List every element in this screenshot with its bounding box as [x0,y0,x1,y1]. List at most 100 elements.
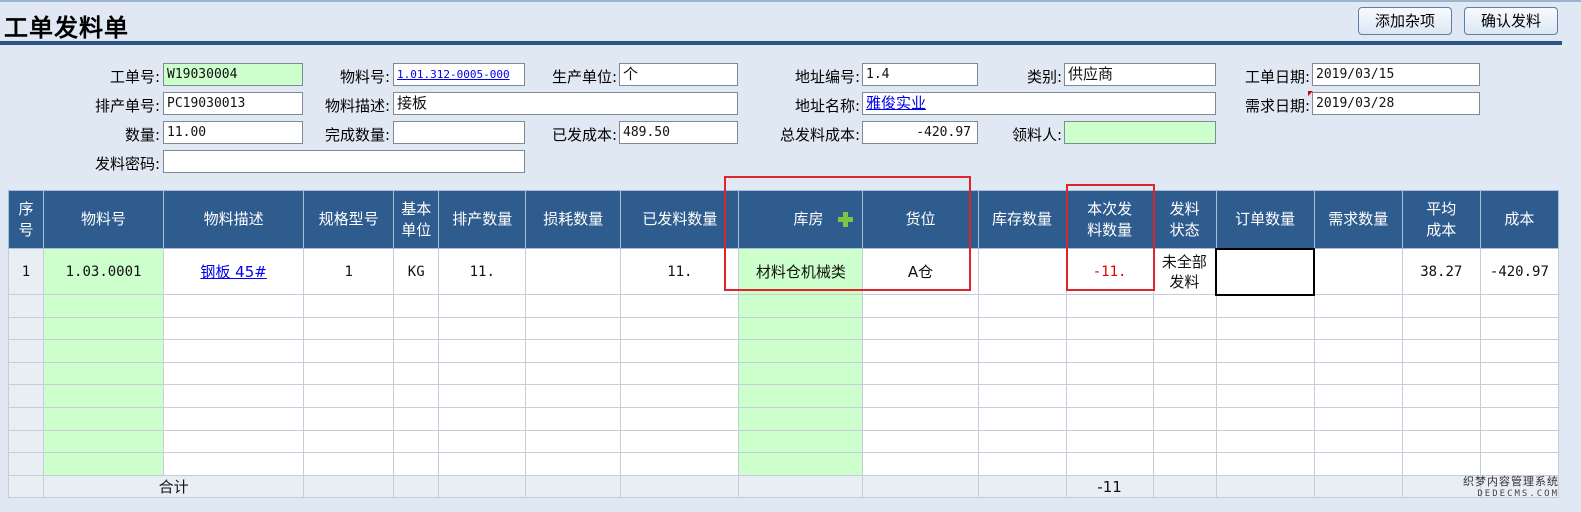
table-cell[interactable] [525,406,622,431]
table-cell[interactable] [620,294,740,318]
table-cell[interactable] [862,361,979,386]
table-cell[interactable] [43,294,165,318]
table-cell[interactable] [525,429,622,454]
table-cell[interactable] [1401,339,1481,363]
table-cell[interactable] [1313,294,1403,318]
col-material-desc[interactable]: 物料描述 [163,190,305,249]
table-cell[interactable] [1313,452,1403,476]
work-order-date-field[interactable]: 2019/03/15 [1312,63,1480,86]
table-cell[interactable] [738,361,864,386]
table-cell[interactable] [1479,384,1560,408]
table-cell[interactable] [525,294,622,318]
table-cell[interactable] [303,384,395,408]
table-cell[interactable] [1401,361,1481,386]
table-cell[interactable] [862,316,979,341]
table-cell[interactable] [1313,361,1403,386]
cell-avg-cost[interactable]: 38.27 [1401,248,1481,295]
table-cell[interactable] [438,384,527,408]
table-cell[interactable] [163,384,305,408]
cell-material-desc-link[interactable]: 钢板 45# [163,248,305,295]
schedule-no-field[interactable]: PC19030013 [163,92,303,115]
issue-password-field[interactable] [163,150,525,173]
cell-material-no[interactable]: 1.03.0001 [43,248,165,295]
table-cell[interactable] [620,429,740,454]
table-cell[interactable] [303,406,395,431]
table-cell[interactable] [1215,406,1315,431]
table-cell[interactable] [438,406,527,431]
table-cell[interactable] [738,316,864,341]
table-cell[interactable] [862,452,979,476]
table-row[interactable] [7,452,1560,476]
table-cell[interactable] [393,294,440,318]
table-cell[interactable] [1065,361,1154,386]
table-cell[interactable] [738,384,864,408]
table-cell[interactable] [1152,316,1217,341]
table-cell[interactable] [525,316,622,341]
table-cell[interactable] [862,384,979,408]
confirm-issue-button[interactable]: 确认发料 [1464,7,1558,35]
address-code-field[interactable]: 1.4 [862,63,978,86]
col-issued-qty[interactable]: 已发料数量 [620,190,740,249]
col-demand-qty[interactable]: 需求数量 [1313,190,1403,249]
table-cell[interactable] [1401,429,1481,454]
table-cell[interactable] [1065,384,1154,408]
table-cell[interactable] [1065,294,1154,318]
table-cell[interactable] [1401,384,1481,408]
col-order-qty[interactable]: 订单数量 [1215,190,1315,249]
col-spec[interactable]: 规格型号 [303,190,395,249]
col-seq[interactable]: 序 号 [7,190,45,249]
table-cell[interactable] [1215,316,1315,341]
table-cell[interactable] [393,361,440,386]
table-cell[interactable] [393,384,440,408]
table-cell[interactable] [1152,406,1217,431]
col-this-issue-qty[interactable]: 本次发 料数量 [1065,190,1154,249]
table-cell[interactable] [1215,452,1315,476]
table-cell[interactable] [1065,429,1154,454]
table-cell[interactable] [393,429,440,454]
table-cell[interactable] [1313,316,1403,341]
table-cell[interactable] [393,339,440,363]
table-cell[interactable] [738,294,864,318]
address-name-field[interactable]: 雅俊实业 [862,92,1216,115]
table-cell[interactable] [1479,316,1560,341]
table-cell[interactable] [393,452,440,476]
table-cell[interactable] [1152,452,1217,476]
category-field[interactable]: 供应商 [1064,63,1216,86]
production-unit-field[interactable]: 个 [619,63,738,86]
table-cell[interactable] [977,406,1067,431]
table-cell[interactable] [1479,294,1560,318]
col-material-no[interactable]: 物料号 [43,190,165,249]
table-cell[interactable] [620,384,740,408]
col-loss-qty[interactable]: 损耗数量 [525,190,622,249]
table-cell[interactable] [1479,429,1560,454]
table-cell[interactable] [1479,452,1560,476]
col-schedule-qty[interactable]: 排产数量 [438,190,527,249]
table-cell[interactable] [738,452,864,476]
cell-warehouse[interactable]: 材料仓机械类 [738,248,864,295]
table-cell[interactable] [1313,384,1403,408]
table-cell[interactable] [303,294,395,318]
material-desc-field[interactable]: 接板 [393,92,738,115]
table-cell[interactable] [1479,361,1560,386]
table-cell[interactable] [43,406,165,431]
table-cell[interactable] [1215,361,1315,386]
table-cell[interactable] [438,361,527,386]
cell-location[interactable]: A仓 [862,248,979,295]
issued-cost-field[interactable]: 489.50 [619,121,738,144]
table-cell[interactable] [1152,429,1217,454]
table-cell[interactable] [977,316,1067,341]
cell-demand-qty[interactable] [1313,248,1403,295]
col-stock-qty[interactable]: 库存数量 [977,190,1067,249]
col-cost[interactable]: 成本 [1479,190,1560,249]
table-row[interactable] [7,384,1560,408]
table-cell[interactable] [303,361,395,386]
table-cell[interactable] [738,406,864,431]
table-cell[interactable] [163,294,305,318]
completed-qty-field[interactable] [393,121,525,144]
table-cell[interactable] [1152,294,1217,318]
col-warehouse[interactable]: 库房 [738,190,864,249]
material-no-field[interactable]: 1.01.312-0005-000 [393,63,525,86]
table-cell[interactable] [620,316,740,341]
quantity-field[interactable]: 11.00 [163,121,303,144]
table-cell[interactable] [1065,452,1154,476]
